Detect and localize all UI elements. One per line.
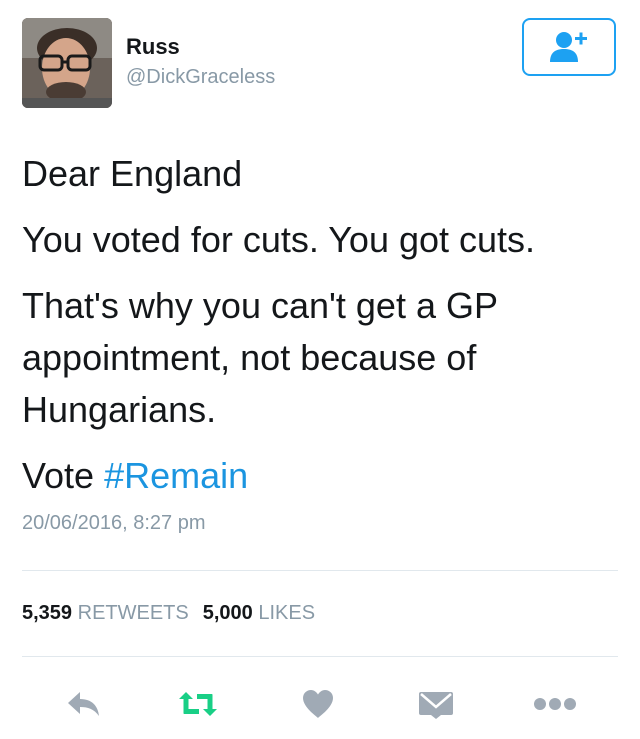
retweets-count: 5,359 — [22, 602, 73, 624]
more-icon — [534, 698, 576, 710]
tweet-line: Dear England — [22, 153, 243, 194]
likes-label: LIKES — [258, 602, 316, 624]
heart-icon — [303, 690, 333, 718]
likes-count: 5,000 — [202, 602, 253, 624]
direct-message-icon — [419, 692, 453, 719]
user-handle[interactable]: @DickGraceless — [126, 66, 275, 89]
divider — [22, 656, 618, 657]
tweet-line: You voted for cuts. You got cuts. — [22, 219, 536, 260]
add-user-icon — [550, 32, 587, 62]
reply-icon — [68, 692, 99, 716]
tweet-timestamp[interactable]: 20/06/2016, 8:27 pm — [22, 512, 205, 535]
hashtag-link[interactable]: #Remain — [104, 455, 248, 496]
profile-photo — [22, 18, 112, 108]
tweet-text-prefix: Vote — [22, 455, 105, 496]
retweets-label: RETWEETS — [77, 602, 189, 624]
user-name[interactable]: Russ — [126, 34, 180, 60]
more-button[interactable] — [530, 684, 580, 724]
avatar[interactable] — [22, 18, 112, 108]
retweet-icon — [179, 692, 217, 716]
retweet-button[interactable] — [172, 684, 224, 724]
direct-message-button[interactable] — [414, 684, 458, 724]
likes-stat[interactable]: 5,000 LIKES — [203, 602, 315, 624]
action-bar — [0, 684, 640, 724]
tweet-line: That's why you can't get a GP appointmen… — [22, 285, 498, 430]
tweet-stats: 5,359 RETWEETS 5,000 LIKES — [22, 602, 315, 625]
follow-button[interactable] — [522, 18, 616, 76]
retweets-stat[interactable]: 5,359 RETWEETS — [22, 602, 189, 624]
divider — [22, 570, 618, 571]
reply-button[interactable] — [62, 684, 106, 724]
like-button[interactable] — [298, 684, 338, 724]
tweet-text: Dear England You voted for cuts. You got… — [22, 148, 622, 516]
tweet-line: Vote #Remain — [22, 450, 622, 502]
